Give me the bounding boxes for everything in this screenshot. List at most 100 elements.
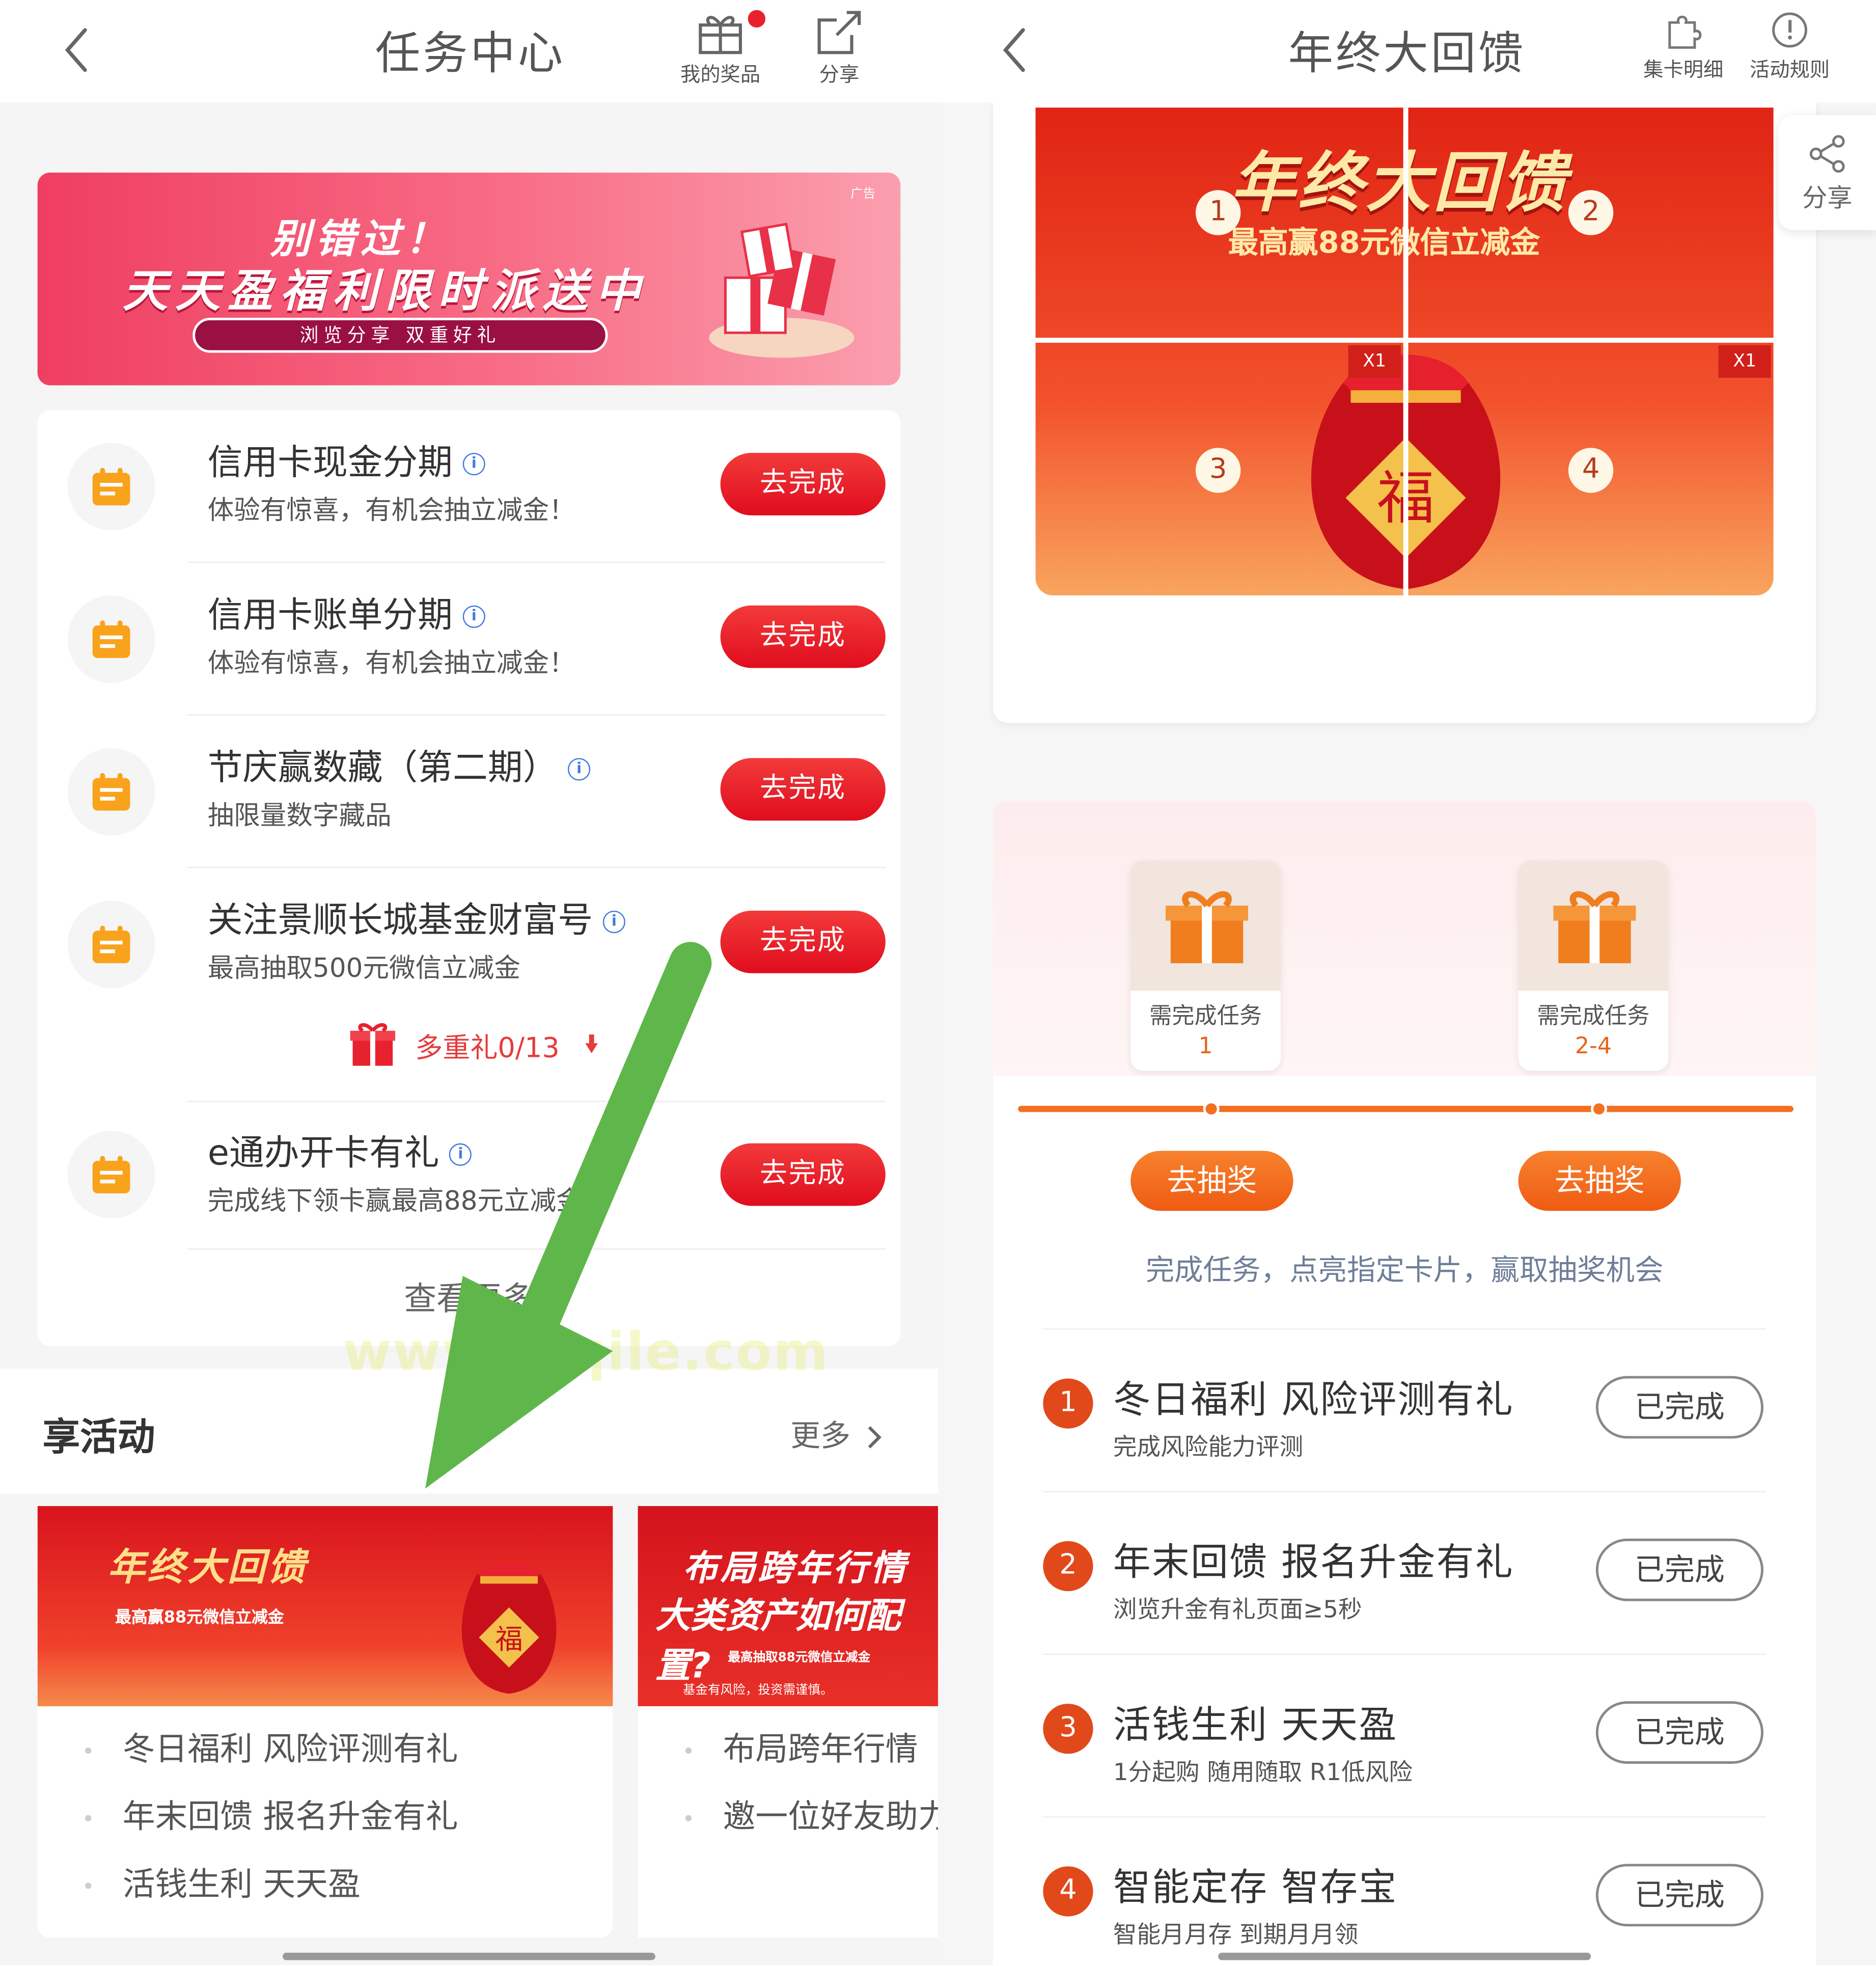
reward-box-2: 需完成任务 2-4	[1518, 860, 1669, 1071]
calendar-icon	[67, 443, 155, 531]
info-icon[interactable]: i	[462, 605, 485, 628]
draw-button[interactable]: 去抽奖	[1130, 1151, 1293, 1211]
task-title: 关注景顺长城基金财富号 i	[208, 893, 626, 943]
divider	[1043, 1491, 1766, 1493]
exclamation-circle-icon	[1772, 12, 1807, 48]
reward-card-bg	[993, 800, 1816, 1076]
reward-box-top	[1518, 860, 1669, 991]
info-icon[interactable]: i	[602, 910, 626, 934]
activity-card-market[interactable]: 布局跨年行情 大类资产如何配置? 最高抽取88元微信立减金 基金有风险，投资需谨…	[638, 1506, 939, 1938]
promo-banner[interactable]: 别错过！ 天天盈福利限时派送中 浏览分享 双重好礼 广告	[37, 172, 901, 386]
share-label: 分享	[819, 62, 860, 87]
task-row: 信用卡现金分期 i 体验有惊喜，有机会抽立减金！ 去完成	[38, 411, 901, 561]
task-row: 3 活钱生利 天天盈 1分起购 随用随取 R1低风险 已完成	[993, 1669, 1816, 1831]
task-row: 节庆赢数藏（第二期） i 抽限量数字藏品 去完成	[38, 716, 901, 866]
list-item[interactable]: 冬日福利 风险评测有礼	[38, 1716, 613, 1784]
task-row: 信用卡账单分期 i 体验有惊喜，有机会抽立减金！ 去完成	[38, 563, 901, 713]
gift-boxes-illustration	[709, 223, 854, 358]
green-arrow-annotation	[425, 942, 712, 1489]
task-subtitle: 体验有惊喜，有机会抽立减金！	[207, 648, 575, 678]
divider	[1043, 1328, 1766, 1330]
back-icon[interactable]	[998, 25, 1031, 75]
notification-dot	[748, 10, 766, 28]
go-complete-button[interactable]: 去完成	[720, 453, 886, 515]
piece-number-1: 1	[1195, 190, 1241, 235]
gift-icon	[1553, 891, 1636, 964]
puzzle-icon	[1668, 15, 1702, 49]
red-gift-icon	[350, 1023, 396, 1066]
completed-button[interactable]: 已完成	[1595, 1864, 1763, 1927]
reward-box-1: 需完成任务 1	[1130, 860, 1281, 1071]
list-item[interactable]: 邀一位好友助力	[638, 1784, 938, 1851]
task-row: 1 冬日福利 风险评测有礼 完成风险能力评测 已完成	[993, 1344, 1816, 1506]
puzzle-divider-vertical	[1403, 107, 1409, 596]
reward-description: 完成任务，点亮指定卡片，赢取抽奖机会	[1145, 1254, 1664, 1288]
progress-track	[1018, 1106, 1794, 1112]
page-title: 任务中心	[375, 29, 566, 80]
lucky-bag-icon: 福	[461, 1562, 557, 1694]
piece-count-badge: X1	[1718, 345, 1771, 378]
calendar-icon	[67, 900, 155, 989]
reward-card: 需完成任务 1 需完成任务 2-4 去抽奖 去抽奖 完成任务，点亮指定卡片，赢取…	[993, 800, 1816, 1965]
rules-label: 活动规则	[1749, 57, 1830, 81]
svg-text:福: 福	[495, 1623, 523, 1655]
task-center-panel: 任务中心 我的奖品 分享 别错过！ 天天盈福利限时派送中 浏览分享 双重好礼 广…	[0, 0, 939, 1965]
completed-button[interactable]: 已完成	[1595, 1701, 1763, 1764]
task-number: 4	[1043, 1866, 1093, 1917]
list-item[interactable]: 活钱生利 天天盈	[38, 1851, 613, 1919]
card-details-button[interactable]: 集卡明细	[1636, 8, 1731, 83]
task-subtitle: 1分起购 随用随取 R1低风险	[1113, 1759, 1413, 1787]
task-row: 4 智能定存 智存宝 智能月月存 到期月月领 已完成	[993, 1832, 1816, 1965]
completed-button[interactable]: 已完成	[1595, 1376, 1763, 1439]
progress-node	[1591, 1101, 1607, 1117]
back-icon[interactable]	[60, 25, 93, 75]
task-subtitle: 体验有惊喜，有机会抽立减金！	[207, 495, 575, 526]
go-complete-button[interactable]: 去完成	[720, 758, 886, 821]
info-icon[interactable]: i	[568, 758, 591, 781]
banner-line3: 浏览分享 双重好礼	[192, 317, 608, 353]
info-icon[interactable]: i	[462, 453, 485, 476]
screenshot-root: 任务中心 我的奖品 分享 别错过！ 天天盈福利限时派送中 浏览分享 双重好礼 广…	[0, 0, 1876, 1965]
piece-number-2: 2	[1568, 190, 1614, 235]
year-end-panel: 年终大回馈 集卡明细 活动规则 年终大回馈 最高赢88元微信立减金 福 1 2 …	[938, 0, 1876, 1965]
draw-button[interactable]: 去抽奖	[1518, 1151, 1681, 1211]
task-title: 智能定存 智存宝	[1113, 1866, 1398, 1910]
reward-box-top	[1130, 860, 1281, 991]
activity-image-subtitle: 最高赢88元微信立减金	[115, 1608, 284, 1628]
task-number: 3	[1043, 1704, 1093, 1754]
go-complete-button[interactable]: 去完成	[720, 1143, 886, 1206]
share-icon	[817, 11, 861, 54]
activity-image: 年终大回馈 最高赢88元微信立减金 福	[37, 1506, 613, 1706]
page-title: 年终大回馈	[1288, 29, 1526, 80]
section-title: 享活动	[42, 1416, 155, 1460]
scroll-indicator	[283, 1952, 655, 1960]
my-prizes-label: 我的奖品	[680, 62, 761, 87]
my-prizes-button[interactable]: 我的奖品	[675, 8, 766, 88]
task-title: 冬日福利 风险评测有礼	[1113, 1378, 1514, 1423]
activity-image: 布局跨年行情 大类资产如何配置? 最高抽取88元微信立减金 基金有风险，投资需谨…	[638, 1506, 939, 1706]
chevron-right-icon	[868, 1426, 881, 1449]
list-item[interactable]: 布局跨年行情	[638, 1716, 938, 1784]
activity-image-note: 基金有风险，投资需谨慎。	[682, 1683, 833, 1698]
piece-number-4: 4	[1568, 448, 1614, 493]
banner-line2: 天天盈福利限时派送中	[122, 266, 648, 318]
puzzle-image: 年终大回馈 最高赢88元微信立减金 福 1 2 3 4 X1 X1	[1035, 107, 1774, 596]
activity-card-year-end[interactable]: 年终大回馈 最高赢88元微信立减金 福 冬日福利 风险评测有礼 年末回馈 报名升…	[37, 1506, 613, 1938]
share-button[interactable]: 分享	[806, 8, 873, 88]
list-item[interactable]: 年末回馈 报名升金有礼	[38, 1784, 613, 1851]
completed-button[interactable]: 已完成	[1595, 1538, 1763, 1601]
puzzle-title: 年终大回馈	[1230, 146, 1568, 222]
calendar-icon	[67, 595, 155, 683]
activity-list: 冬日福利 风险评测有礼 年末回馈 报名升金有礼 活钱生利 天天盈	[38, 1716, 613, 1919]
ad-tag: 广告	[850, 187, 876, 202]
task-subtitle: 完成风险能力评测	[1113, 1433, 1304, 1461]
floating-share-button[interactable]: 分享	[1778, 115, 1876, 230]
rules-button[interactable]: 活动规则	[1746, 8, 1834, 83]
go-complete-button[interactable]: 去完成	[720, 910, 886, 973]
reward-requirement: 需完成任务	[1149, 1003, 1262, 1030]
go-complete-button[interactable]: 去完成	[720, 605, 886, 668]
share-nodes-icon	[1809, 135, 1845, 173]
section-more-link[interactable]: 更多	[790, 1411, 883, 1455]
activity-image-title: 年终大回馈	[107, 1546, 308, 1590]
year-end-header: 年终大回馈 集卡明细 活动规则	[938, 0, 1876, 103]
